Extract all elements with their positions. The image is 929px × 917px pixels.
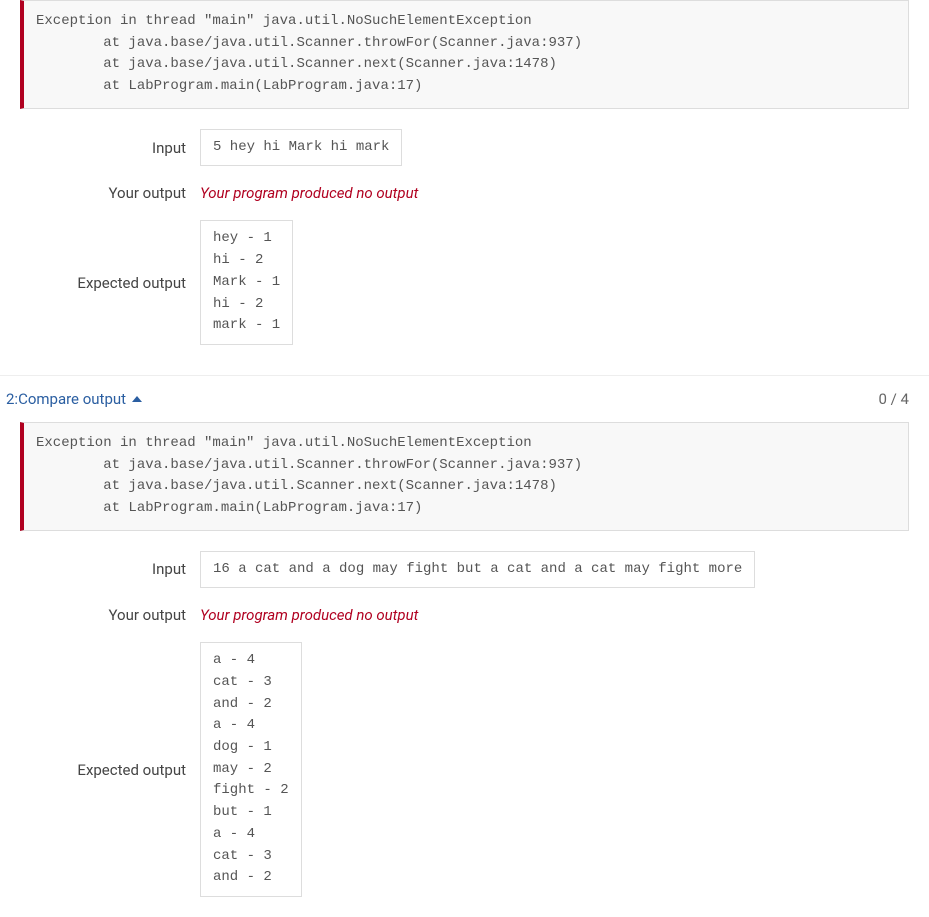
input-value: 5 hey hi Mark hi mark — [200, 129, 402, 167]
your-output-value: Your program produced no output — [200, 184, 909, 202]
exception-trace: Exception in thread "main" java.util.NoS… — [20, 0, 909, 109]
test-header[interactable]: 2:Compare output 0 / 4 — [0, 376, 929, 422]
expected-output-value: hey - 1 hi - 2 Mark - 1 hi - 2 mark - 1 — [200, 220, 293, 344]
test-score: 0 / 4 — [879, 390, 910, 408]
expected-output-label: Expected output — [20, 274, 190, 292]
your-output-label: Your output — [20, 184, 190, 202]
test-title: 2:Compare output — [6, 390, 126, 408]
test-result-2: Exception in thread "main" java.util.NoS… — [0, 422, 929, 917]
io-table: Input 16 a cat and a dog may fight but a… — [20, 551, 909, 897]
your-output-label: Your output — [20, 606, 190, 624]
test-result-1: Exception in thread "main" java.util.NoS… — [0, 0, 929, 365]
expected-output-label: Expected output — [20, 761, 190, 779]
input-label: Input — [20, 560, 190, 578]
input-label: Input — [20, 139, 190, 157]
expected-output-value: a - 4 cat - 3 and - 2 a - 4 dog - 1 may … — [200, 642, 302, 897]
your-output-value: Your program produced no output — [200, 606, 909, 624]
exception-trace: Exception in thread "main" java.util.NoS… — [20, 422, 909, 531]
chevron-up-icon — [132, 396, 142, 402]
io-table: Input 5 hey hi Mark hi mark Your output … — [20, 129, 909, 345]
input-value: 16 a cat and a dog may fight but a cat a… — [200, 551, 755, 589]
test-header-left: 2:Compare output — [6, 390, 142, 408]
